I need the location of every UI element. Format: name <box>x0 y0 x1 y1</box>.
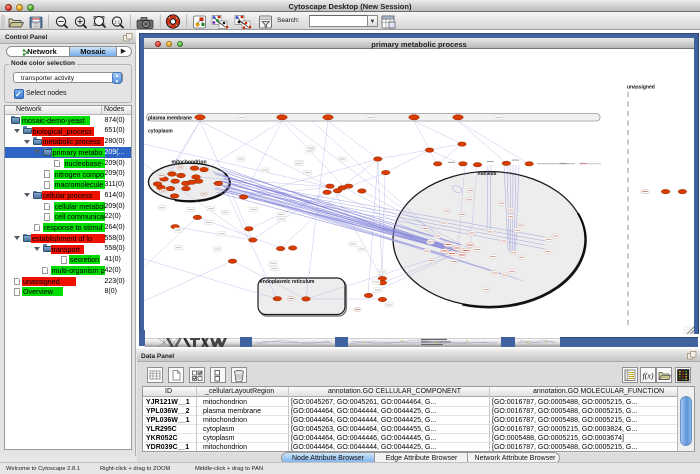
svg-text:f(x): f(x) <box>642 372 653 381</box>
svg-text:endoplasmic reticulum: endoplasmic reticulum <box>260 279 315 285</box>
svg-text:plasma membrane: plasma membrane <box>148 115 192 121</box>
svg-text:nucleus: nucleus <box>478 171 497 177</box>
svg-text:mitochondrion: mitochondrion <box>172 160 207 166</box>
svg-text:unassigned: unassigned <box>627 85 655 91</box>
svg-text:1:1: 1:1 <box>114 20 121 25</box>
svg-text:cytoplasm: cytoplasm <box>148 129 173 135</box>
